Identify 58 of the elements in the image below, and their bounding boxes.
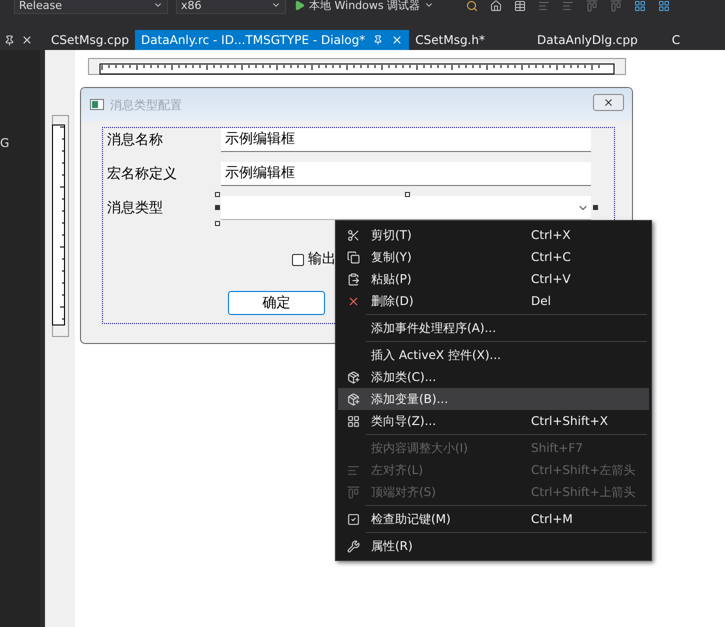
edit-field[interactable]: 示例编辑框 xyxy=(221,128,591,152)
menu-item[interactable]: 类向导(Z)... Ctrl+Shift+X xyxy=(338,410,649,432)
resize-handle[interactable] xyxy=(405,192,410,197)
align-top-icon[interactable] xyxy=(586,0,598,12)
menu-item[interactable]: 添加类(C)... xyxy=(338,366,649,388)
field-label: 宏名称定义 xyxy=(107,164,178,184)
play-icon xyxy=(294,0,305,11)
pin-icon[interactable] xyxy=(373,35,384,45)
menu-item[interactable]: 粘贴(P) Ctrl+V xyxy=(338,268,649,290)
menu-item[interactable]: 属性(R) xyxy=(338,535,649,557)
menu-item[interactable]: 添加事件处理程序(A)... xyxy=(338,317,649,339)
field-label: 消息类型 xyxy=(107,198,164,218)
debugger-button[interactable]: 本地 Windows 调试器 xyxy=(294,0,434,14)
document-tab[interactable]: DataAnlyDlg.cpp xyxy=(530,30,644,50)
close-button[interactable] xyxy=(593,94,624,111)
close-icon xyxy=(603,97,614,108)
menu-item[interactable]: 插入 ActiveX 控件(X)... xyxy=(338,344,649,366)
scissors-icon xyxy=(346,228,360,242)
align-left-icon xyxy=(346,464,360,476)
resize-handle[interactable] xyxy=(215,205,220,210)
panel-text: G xyxy=(0,135,10,152)
document-tab[interactable]: CSetMsg.cpp xyxy=(45,30,135,50)
document-tab[interactable]: DataAnly.rc - ID...TMSGTYPE - Dialog* xyxy=(134,30,410,50)
home-icon[interactable] xyxy=(490,0,502,12)
menu-item[interactable]: 删除(D) Del xyxy=(338,290,649,312)
table-icon[interactable] xyxy=(514,0,526,12)
wrench-icon xyxy=(346,540,360,552)
class-wizard-icon xyxy=(346,414,360,428)
field-label: 消息名称 xyxy=(107,130,164,150)
document-tab[interactable]: C xyxy=(666,30,686,50)
menu-item[interactable]: 添加变量(B)... xyxy=(338,388,649,410)
resize-handle[interactable] xyxy=(593,205,598,210)
check-icon xyxy=(346,512,360,526)
resize-handle[interactable] xyxy=(215,221,220,226)
pin-icon[interactable] xyxy=(4,34,15,46)
delete-icon xyxy=(346,294,360,308)
ok-button[interactable]: 确定 xyxy=(228,291,325,315)
checkbox[interactable] xyxy=(292,254,304,266)
add-class-icon xyxy=(346,370,360,384)
platform-dropdown[interactable]: x86 xyxy=(176,0,286,14)
align-top-icon xyxy=(346,486,360,498)
menu-item[interactable]: 复制(Y) Ctrl+C xyxy=(338,246,649,268)
resize-handle[interactable] xyxy=(215,192,220,197)
dialog-title: 消息类型配置 xyxy=(110,96,182,114)
copy-icon xyxy=(346,250,360,264)
menu-item[interactable]: 剪切(T) Ctrl+X xyxy=(338,224,649,246)
close-icon[interactable] xyxy=(21,34,33,46)
document-tab[interactable]: CSetMsg.h* xyxy=(409,30,491,50)
checkbox-label: 输出 xyxy=(308,250,336,269)
edit-field[interactable]: 示例编辑框 xyxy=(221,162,591,186)
align-left-icon[interactable] xyxy=(538,0,550,12)
configuration-dropdown[interactable]: Release xyxy=(14,0,168,14)
close-icon[interactable] xyxy=(391,34,404,46)
search-icon[interactable] xyxy=(466,0,478,12)
window-icon xyxy=(90,99,104,110)
menu-item[interactable]: 检查助记键(M) Ctrl+M xyxy=(338,508,649,530)
add-variable-icon xyxy=(346,392,360,406)
paste-icon xyxy=(346,272,360,286)
